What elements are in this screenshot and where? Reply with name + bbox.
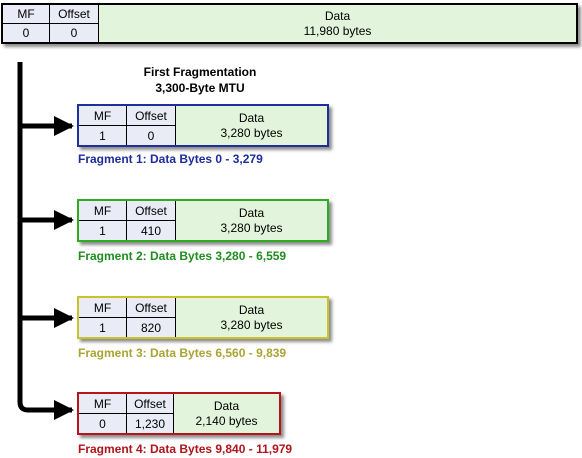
mf-column: MF 1 — [79, 201, 127, 240]
data-header: Data — [324, 8, 351, 23]
offset-column: Offset 0 — [50, 5, 99, 42]
offset-column: Offset 0 — [127, 106, 176, 145]
data-field: Data 2,140 bytes — [174, 394, 279, 433]
fragment-4: MF 0 Offset 1,230 Data 2,140 bytes — [77, 392, 281, 435]
offset-column: Offset 410 — [127, 201, 176, 240]
fragment-1: MF 1 Offset 0 Data 3,280 bytes — [77, 104, 329, 147]
data-size: 3,280 bytes — [220, 220, 283, 235]
data-header: Data — [213, 398, 240, 413]
mf-header: MF — [79, 201, 126, 221]
trunk-line — [17, 62, 40, 413]
title-line-1: First Fragmentation — [143, 65, 257, 79]
fragment-2: MF 1 Offset 410 Data 3,280 bytes — [77, 199, 329, 242]
offset-value: 820 — [127, 318, 175, 337]
data-field: Data 3,280 bytes — [176, 298, 327, 337]
offset-value: 0 — [127, 126, 175, 145]
offset-header: Offset — [127, 106, 175, 126]
mf-value: 0 — [3, 24, 49, 42]
offset-value: 1,230 — [127, 414, 173, 433]
mf-value: 1 — [79, 318, 126, 337]
original-datagram: MF 0 Offset 0 Data 11,980 bytes — [1, 3, 578, 44]
mf-column: MF 1 — [79, 106, 127, 145]
diagram-title: First Fragmentation 3,300-Byte MTU — [118, 64, 282, 96]
fragment-3-caption: Fragment 3: Data Bytes 6,560 - 9,839 — [78, 346, 287, 360]
fragment-4-caption: Fragment 4: Data Bytes 9,840 - 11,979 — [78, 442, 293, 456]
mf-header: MF — [79, 298, 126, 318]
data-field: Data 3,280 bytes — [176, 201, 327, 240]
mf-value: 1 — [79, 221, 126, 240]
title-line-2: 3,300-Byte MTU — [155, 81, 245, 95]
mf-column: MF 0 — [79, 394, 127, 433]
offset-column: Offset 820 — [127, 298, 176, 337]
offset-column: Offset 1,230 — [127, 394, 174, 433]
data-field: Data 3,280 bytes — [176, 106, 327, 145]
data-size: 3,280 bytes — [220, 125, 283, 140]
data-size: 3,280 bytes — [220, 317, 283, 332]
offset-header: Offset — [127, 298, 175, 318]
data-header: Data — [238, 110, 265, 125]
mf-header: MF — [3, 5, 49, 24]
fragment-2-caption: Fragment 2: Data Bytes 3,280 - 6,559 — [78, 249, 287, 263]
mf-header: MF — [79, 394, 126, 414]
data-size: 2,140 bytes — [195, 413, 258, 428]
offset-header: Offset — [127, 201, 175, 221]
fragment-3: MF 1 Offset 820 Data 3,280 bytes — [77, 296, 329, 339]
data-header: Data — [238, 302, 265, 317]
data-header: Data — [238, 205, 265, 220]
mf-header: MF — [79, 106, 126, 126]
data-field: Data 11,980 bytes — [99, 5, 576, 42]
offset-header: Offset — [127, 394, 173, 414]
mf-column: MF 0 — [3, 5, 50, 42]
mf-column: MF 1 — [79, 298, 127, 337]
data-size: 11,980 bytes — [303, 23, 372, 38]
mf-value: 1 — [79, 126, 126, 145]
mf-value: 0 — [79, 414, 126, 433]
offset-value: 0 — [50, 24, 98, 42]
offset-header: Offset — [50, 5, 98, 24]
fragment-1-caption: Fragment 1: Data Bytes 0 - 3,279 — [78, 152, 263, 166]
offset-value: 410 — [127, 221, 175, 240]
